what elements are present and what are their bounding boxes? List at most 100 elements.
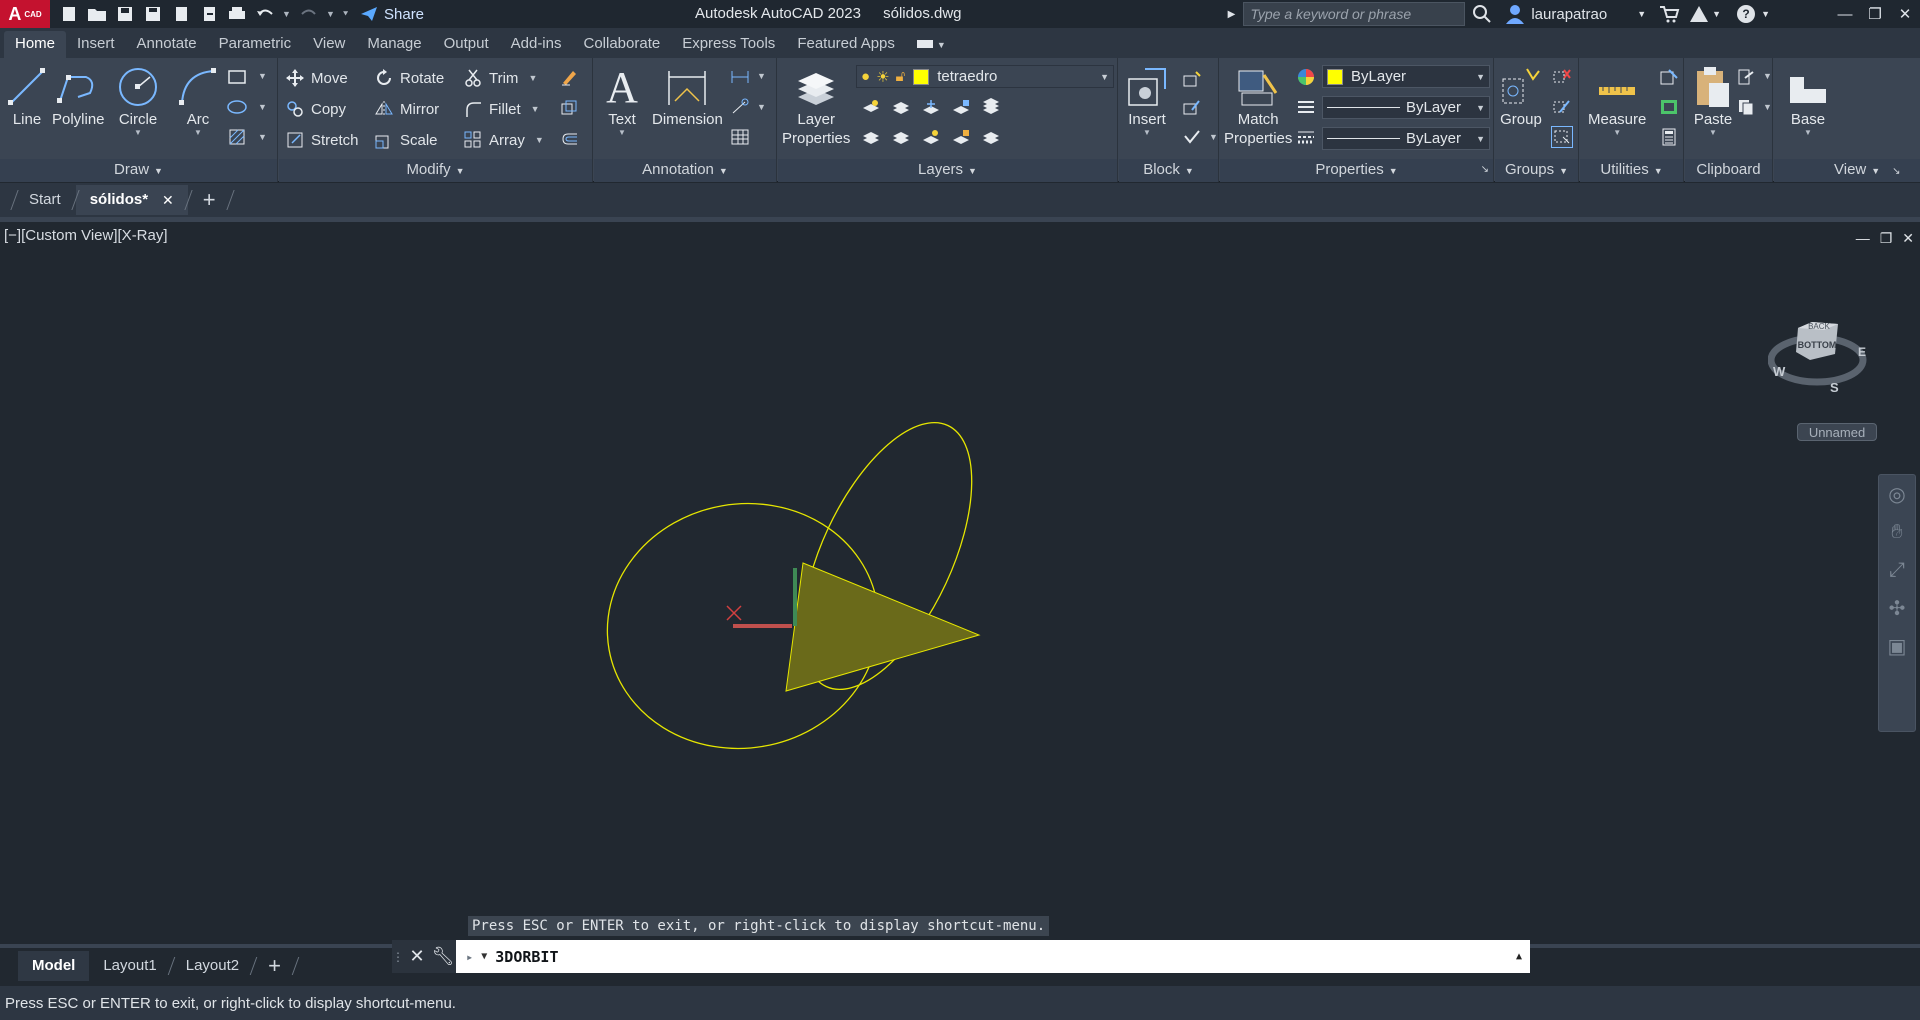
table-icon[interactable] [729, 126, 751, 148]
create-block-icon[interactable] [1181, 68, 1203, 90]
array-button[interactable]: Array ▼ [463, 128, 544, 152]
dimension-dropdown-icon[interactable]: ▼ [757, 71, 766, 81]
close-command-line-icon[interactable]: ✕ [404, 940, 430, 973]
tab-collaborate[interactable]: Collaborate [572, 31, 671, 58]
minimize-window-icon[interactable]: — [1830, 6, 1860, 23]
help-dropdown-icon[interactable]: ▼ [1761, 9, 1770, 19]
line-button[interactable]: Line [5, 64, 49, 129]
search-icon[interactable] [1471, 3, 1493, 25]
share-button[interactable]: Share [360, 6, 424, 23]
base-dropdown-icon[interactable]: ▼ [1804, 129, 1812, 137]
tab-output[interactable]: Output [433, 31, 500, 58]
block-attribute-dropdown-icon[interactable]: ▼ [1209, 132, 1218, 142]
search-expand-icon[interactable]: ▶ [1228, 9, 1236, 20]
start-tab[interactable]: Start [15, 185, 75, 215]
draw-panel-title[interactable]: Draw ▼ [0, 159, 277, 182]
steering-wheel-icon[interactable]: ◎ [1879, 475, 1915, 513]
help-icon[interactable]: ? [1735, 3, 1757, 25]
tab-annotate[interactable]: Annotate [126, 31, 208, 58]
edit-block-icon[interactable] [1181, 96, 1203, 118]
polyline-button[interactable]: Polyline [52, 64, 105, 129]
command-input[interactable]: ▸ ▼ 3DORBIT ▲ [456, 940, 1530, 973]
copy-button[interactable]: Copy [285, 97, 346, 121]
text-dropdown-icon[interactable]: ▼ [618, 129, 626, 137]
recent-commands-dropdown-icon[interactable]: ▼ [481, 951, 487, 962]
hatch-icon[interactable] [226, 126, 248, 148]
linetype-icon[interactable] [1295, 96, 1317, 118]
tab-manage[interactable]: Manage [356, 31, 432, 58]
cut-dropdown-icon[interactable]: ▼ [1763, 71, 1772, 81]
user-dropdown-icon[interactable]: ▼ [1637, 9, 1646, 19]
ungroup-icon[interactable] [1551, 66, 1573, 88]
rectangle-icon[interactable] [226, 66, 248, 88]
layer-thaw-all-icon[interactable] [920, 126, 942, 148]
edit-attributes-icon[interactable] [1181, 126, 1203, 148]
tab-parametric[interactable]: Parametric [208, 31, 303, 58]
group-edit-icon[interactable] [1551, 96, 1573, 118]
pan-icon[interactable]: ✋︎ [1879, 513, 1915, 551]
annotation-panel-title[interactable]: Annotation ▼ [594, 159, 776, 182]
measure-button[interactable]: Measure ▼ [1588, 64, 1646, 137]
linetype-dropdown[interactable]: ByLayer ▼ [1322, 96, 1490, 119]
properties-panel-title[interactable]: Properties ▼ ↘ [1220, 159, 1493, 182]
trim-button[interactable]: Trim ▼ [463, 66, 537, 90]
layer-unisolate-icon[interactable] [890, 126, 912, 148]
save-to-web-icon[interactable] [198, 3, 220, 25]
circle-button[interactable]: Circle ▼ [116, 64, 160, 137]
orbit-icon[interactable]: ✣ [1879, 589, 1915, 627]
move-button[interactable]: Move [285, 66, 348, 90]
trim-dropdown-icon[interactable]: ▼ [528, 73, 537, 83]
properties-dialog-launcher-icon[interactable]: ↘ [1481, 159, 1489, 181]
drawing-tab[interactable]: sólidos* ✕ [75, 185, 188, 215]
model-tab[interactable]: Model [18, 951, 90, 981]
tab-insert[interactable]: Insert [66, 31, 126, 58]
mirror-button[interactable]: Mirror [374, 97, 439, 121]
arc-button[interactable]: Arc ▼ [176, 64, 220, 137]
copy-clip-icon[interactable] [1735, 96, 1757, 118]
layer-isolate-icon[interactable] [890, 96, 912, 118]
color-dropdown[interactable]: ByLayer ▼ [1322, 65, 1490, 88]
named-view-dropdown[interactable]: Unnamed [1797, 423, 1877, 441]
undo-dropdown-icon[interactable]: ▼ [282, 9, 292, 19]
cut-icon[interactable] [1735, 66, 1757, 88]
viewcube[interactable]: BACK BOTTOM W S E [1767, 294, 1868, 395]
offset-icon[interactable] [558, 128, 580, 150]
layer-unlock-all-icon[interactable] [950, 126, 972, 148]
fillet-dropdown-icon[interactable]: ▼ [531, 104, 540, 114]
layer-freeze-icon[interactable] [920, 96, 942, 118]
layer-off-icon[interactable] [860, 96, 882, 118]
user-account[interactable]: laurapatrao ▼ [1505, 4, 1646, 24]
redo-icon[interactable] [298, 3, 320, 25]
app-logo[interactable]: A CAD [0, 0, 50, 28]
new-file-icon[interactable] [58, 3, 80, 25]
view-panel-title[interactable]: View ▼ ↘ [1774, 159, 1920, 182]
plot-icon[interactable] [226, 3, 248, 25]
close-window-icon[interactable]: ✕ [1890, 5, 1920, 23]
layer-previous-icon[interactable] [860, 126, 882, 148]
arc-dropdown-icon[interactable]: ▼ [194, 129, 202, 137]
open-from-web-icon[interactable] [170, 3, 192, 25]
command-history-icon[interactable]: ▲ [1516, 951, 1522, 962]
view-dialog-launcher-icon[interactable]: ↘ [1892, 166, 1900, 177]
ribbon-minimize-toggle[interactable]: ▼ [906, 31, 957, 58]
close-tab-icon[interactable]: ✕ [162, 185, 174, 215]
ellipse-dropdown-icon[interactable]: ▼ [258, 102, 267, 112]
layer-state-icon[interactable] [980, 126, 1002, 148]
erase-icon[interactable] [558, 66, 580, 88]
tab-add-ins[interactable]: Add-ins [500, 31, 573, 58]
layer-dropdown[interactable]: ● ☀ 🔓︎ tetraedro ▼ [856, 65, 1114, 88]
autodesk-app-store-icon[interactable] [1688, 4, 1710, 24]
customize-qat-icon[interactable]: ⯆ [342, 9, 352, 20]
customize-command-line-icon[interactable]: 🔧︎ [430, 940, 456, 973]
showmotion-icon[interactable]: ▣ [1879, 627, 1915, 665]
measure-dropdown-icon[interactable]: ▼ [1613, 129, 1621, 137]
save-as-icon[interactable] [142, 3, 164, 25]
undo-icon[interactable] [254, 3, 276, 25]
select-all-icon[interactable] [1658, 96, 1680, 118]
leader-icon[interactable] [729, 96, 751, 118]
zoom-extents-icon[interactable]: ⤢ [1879, 551, 1915, 589]
layer-lock-icon[interactable] [950, 96, 972, 118]
explode-icon[interactable] [558, 97, 580, 119]
base-view-button[interactable]: Base ▼ [1786, 64, 1830, 137]
layers-panel-title[interactable]: Layers ▼ [778, 159, 1117, 182]
